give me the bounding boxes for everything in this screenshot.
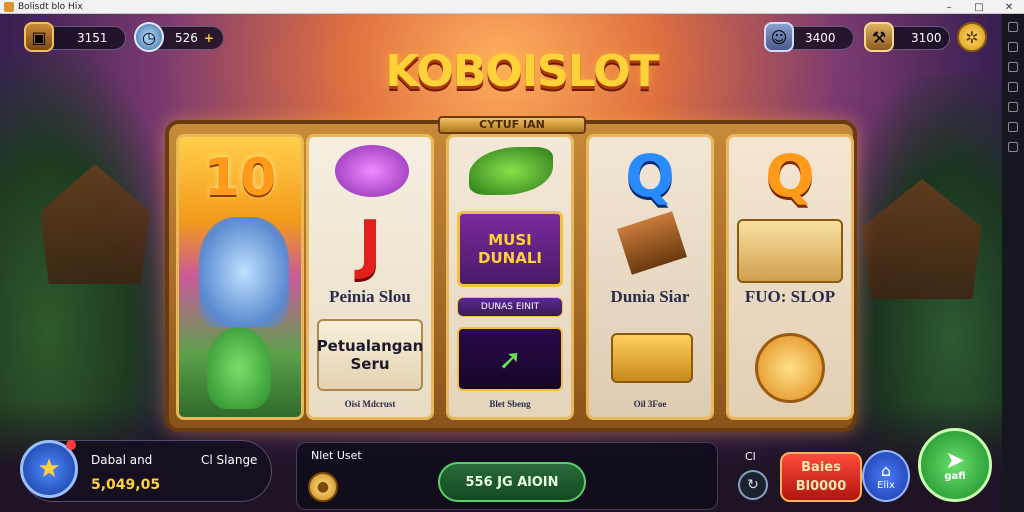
app-icon xyxy=(4,1,14,12)
notification-dot xyxy=(66,440,76,450)
gear-icon: ✲ xyxy=(965,27,979,47)
window-title: Bolisdt blo Hix xyxy=(18,1,83,12)
toolbar-volume-icon[interactable] xyxy=(1008,82,1018,92)
petualangan-seru-tile: Petualangan Seru xyxy=(317,319,423,391)
spin-label: gafi xyxy=(944,470,966,482)
player-label-left: Dabal and xyxy=(91,453,153,467)
gold-box-symbol xyxy=(611,333,693,383)
elix-label: Elix xyxy=(877,480,895,491)
bonus-amount: Bl0000 xyxy=(795,479,847,494)
reel-5: Q FUO: SLOP xyxy=(726,134,854,420)
autospin-icon: ↻ xyxy=(747,477,759,493)
gem-value: 3400 xyxy=(805,31,836,45)
toolbar-camera-icon[interactable] xyxy=(1008,122,1018,132)
wolf-symbol xyxy=(199,217,289,327)
coin-button[interactable]: ● xyxy=(308,472,338,502)
elix-button[interactable]: ⌂ Elix xyxy=(862,450,910,502)
minimize-icon[interactable]: – xyxy=(934,0,964,14)
leaf-symbol xyxy=(469,147,553,195)
house-icon: ⌂ xyxy=(880,461,892,480)
spin-button[interactable]: ➤ gafi xyxy=(918,428,992,502)
symbol-10: 10 xyxy=(203,148,277,208)
treasure-box-symbol xyxy=(737,219,843,283)
tools-value: 3100 xyxy=(911,31,942,45)
emulator-side-toolbar xyxy=(1002,14,1024,512)
toolbar-expand-icon[interactable] xyxy=(1008,22,1018,32)
reel-5-caption: FUO: SLOP xyxy=(744,287,836,306)
symbol-j: J xyxy=(358,208,382,282)
bonus-label: Baies xyxy=(801,460,841,475)
dunas-einit-bar: DUNAS EINIT xyxy=(457,297,563,317)
bonus-button[interactable]: Baies Bl0000 xyxy=(780,452,862,502)
spin-arrow-icon: ➤ xyxy=(944,445,966,474)
reel-2-tile-caption: Oisi Mdcrust xyxy=(344,399,396,409)
symbol-q-gold: Q xyxy=(765,142,815,210)
game-logo: KOBOISLOT xyxy=(385,46,659,97)
chest-value: 3151 xyxy=(77,31,108,45)
portrait-icon: ☺ xyxy=(764,22,794,52)
treasure-chest-icon: ▣ xyxy=(24,22,54,52)
star-badge-icon: ★ xyxy=(37,454,61,484)
gold-chip-symbol xyxy=(755,333,825,403)
musi-dunali-tile: MUSI DUNALI xyxy=(457,211,563,287)
reel-4-tile-caption: Oil 3Foe xyxy=(633,399,667,409)
toolbar-more-icon[interactable] xyxy=(1008,142,1018,152)
maximize-icon[interactable]: □ xyxy=(964,0,994,14)
autospin-button[interactable]: ↻ xyxy=(738,470,768,500)
toolbar-screen-icon[interactable] xyxy=(1008,62,1018,72)
frame-title-plate: CYTUF IAN xyxy=(438,116,586,134)
reel-3: MUSI DUNALI DUNAS EINIT ➚ Blet Sbeng xyxy=(446,134,574,420)
cl-label: Cl xyxy=(745,450,756,463)
symbol-q-blue: Q xyxy=(625,142,675,210)
purple-gem-symbol xyxy=(335,145,409,197)
bet-panel-label: Nlet Uset xyxy=(311,449,362,462)
hammer-icon: ⚒ xyxy=(864,22,894,52)
clock-icon: ◷ xyxy=(134,22,164,52)
toolbar-keyboard-icon[interactable] xyxy=(1008,42,1018,52)
reel-1: 10 xyxy=(176,134,304,420)
clock-value: 526 xyxy=(175,31,198,45)
close-icon[interactable]: ✕ xyxy=(994,0,1024,14)
reel-3-tile-caption: Blet Sbeng xyxy=(489,399,531,409)
chocolate-symbol xyxy=(617,211,687,275)
arrow-up-icon: ➚ xyxy=(457,327,563,391)
window-titlebar: Bolisdt blo Hix – □ ✕ xyxy=(0,0,1024,14)
bet-amount-button[interactable]: 556 JG AlOIN xyxy=(438,462,586,502)
reel-2: J Peinia Slou Petualangan Seru Oisi Mdcr… xyxy=(306,134,434,420)
balance-value: 5,049,05 xyxy=(91,477,161,493)
player-label-right: Cl Slange xyxy=(201,453,258,467)
coin-icon: ● xyxy=(316,479,330,495)
reel-4: Q Dunia Siar Oil 3Foe xyxy=(586,134,714,420)
frog-symbol xyxy=(207,327,271,409)
settings-button[interactable]: ✲ xyxy=(957,22,987,52)
reel-2-caption: Peinia Slou xyxy=(329,287,411,306)
add-time-button[interactable]: + xyxy=(204,31,214,45)
window-controls: – □ ✕ xyxy=(934,0,1024,14)
toolbar-rotate-icon[interactable] xyxy=(1008,102,1018,112)
reel-4-caption: Dunia Siar xyxy=(610,287,690,306)
